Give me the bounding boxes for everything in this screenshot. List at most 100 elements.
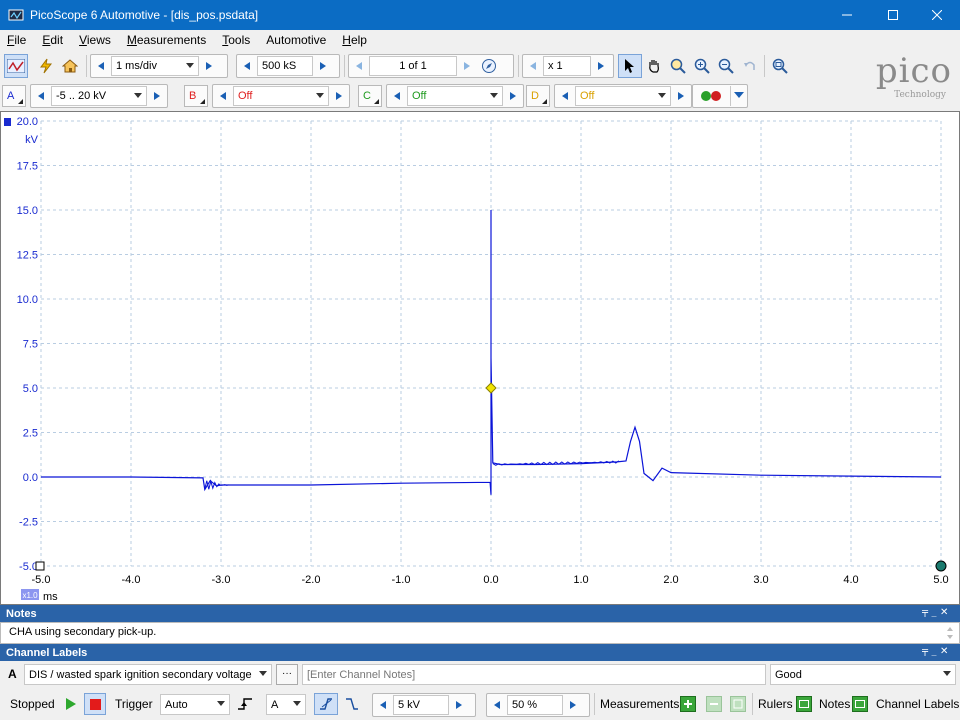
channel-c-range-select[interactable]: Off [407,86,503,106]
channel-d-button[interactable]: D [526,85,550,107]
ruler-handle-left[interactable] [35,561,45,571]
range-increase-button[interactable] [147,85,167,107]
pretrigger-decrease-button[interactable] [487,694,507,716]
minimize-button[interactable] [824,0,870,30]
range-increase-button[interactable] [671,85,691,107]
menu-automotive[interactable]: Automotive [259,33,335,47]
play-icon [66,698,76,710]
corner-triangle-icon [542,99,547,104]
channel-d-range-select[interactable]: Off [575,86,671,106]
channel-c-button[interactable]: C [358,85,382,107]
hand-tool-button[interactable] [642,54,666,78]
channel-a-axis-marker[interactable] [4,118,11,126]
delete-measurement-button[interactable] [730,696,746,712]
arrow-right-icon [464,62,470,70]
rising-edge-button[interactable] [314,693,338,715]
channel-a-control: A -5 .. 20 kV [2,84,172,108]
maximize-button[interactable] [870,0,916,30]
zoom-out-button[interactable] [714,54,738,78]
trigger-mode-select[interactable]: Auto [160,694,230,715]
trigger-level-decrease-button[interactable] [373,694,393,716]
channel-a-button[interactable]: A [2,85,26,107]
zoom-decrease-button[interactable] [523,55,543,77]
timebase-select[interactable]: 1 ms/div [111,56,199,76]
channel-b-range-select[interactable]: Off [233,86,329,106]
range-decrease-button[interactable] [213,85,233,107]
channel-labels-panel-controls[interactable]: ╤ _ ✕ [921,644,956,659]
y-unit-label: kV [25,134,39,146]
pretrigger-increase-button[interactable] [563,694,583,716]
timebase-decrease-button[interactable] [91,55,111,77]
zoom-field[interactable]: x 1 [543,56,591,76]
home-button[interactable] [58,54,82,78]
stop-button[interactable] [84,693,106,715]
channel-status-select[interactable]: Good [770,664,956,685]
samples-select[interactable]: 500 kS [257,56,313,76]
pin-minimize-close-icon: ╤ _ ✕ [921,646,948,657]
menu-measurements[interactable]: Measurements [120,33,215,47]
rulers-toggle[interactable] [796,696,812,712]
trigger-level-field[interactable]: 5 kV [393,695,449,715]
channel-label-browse-button[interactable]: ··· [276,664,298,685]
range-increase-button[interactable] [503,85,523,107]
buffer-field[interactable]: 1 of 1 [369,56,457,76]
notes-scrollbar[interactable] [945,625,955,641]
start-button[interactable] [62,695,80,713]
automotive-button[interactable] [34,54,58,78]
zoom-overview-button[interactable] [768,54,792,78]
pretrigger-field[interactable]: 50 % [507,695,563,715]
notes-panel-controls[interactable]: ╤ _ ✕ [921,605,956,620]
chevron-down-icon [186,63,194,68]
menu-help[interactable]: Help [335,33,376,47]
close-button[interactable] [914,0,960,30]
timebase-increase-button[interactable] [199,55,219,77]
channel-b-button[interactable]: B [184,85,208,107]
buffer-navigator-button[interactable] [477,55,501,77]
trigger-level-control: 5 kV [372,693,476,717]
select-tool-button[interactable] [618,54,642,78]
trigger-marker[interactable] [485,382,497,394]
menu-label: easurements [136,33,207,47]
scope-mode-button[interactable] [4,54,28,78]
notes-toggle[interactable] [852,696,868,712]
edit-measurement-button[interactable] [706,696,722,712]
zoom-region-button[interactable] [666,54,690,78]
samples-increase-button[interactable] [313,55,333,77]
scope-waveform-icon [7,59,25,73]
scope-view[interactable]: 20.0 17.5 15.0 12.5 10.0 7.5 5.0 2.5 0.0 -2.5 -5.0… [0,111,960,605]
menu-tools[interactable]: Tools [215,33,259,47]
advanced-trigger-button[interactable] [234,694,256,714]
rulers-icon [799,700,809,708]
channel-label-select[interactable]: DIS / wasted spark ignition secondary vo… [24,664,272,685]
buffer-previous-button[interactable] [349,55,369,77]
title-bar: PicoScope 6 Automotive - [dis_pos.psdata… [0,0,960,30]
range-increase-button[interactable] [329,85,349,107]
scope-plot[interactable]: 20.0 17.5 15.0 12.5 10.0 7.5 5.0 2.5 0.0 -2.5 -5.0… [1,112,959,604]
zoom-in-button[interactable] [690,54,714,78]
menu-edit[interactable]: Edit [35,33,72,47]
menu-file[interactable]: File [0,33,35,47]
zoom-increase-button[interactable] [591,55,611,77]
notes-icon [855,700,865,708]
edit-measurement-icon [710,703,718,705]
measurements-label: Measurements [600,697,680,711]
undo-zoom-button[interactable] [738,54,762,78]
menu-views[interactable]: Views [72,33,120,47]
falling-edge-button[interactable] [340,693,364,715]
trigger-channel-select[interactable]: A [266,694,306,715]
channel-options-icon [701,91,721,101]
channel-labels-label: Channel Labels [876,697,960,711]
add-measurement-button[interactable] [680,696,696,712]
range-decrease-button[interactable] [555,85,575,107]
buffer-next-button[interactable] [457,55,477,77]
samples-decrease-button[interactable] [237,55,257,77]
channel-notes-input[interactable]: [Enter Channel Notes] [302,664,766,685]
channel-letter: A [7,90,15,102]
trigger-level-increase-button[interactable] [449,694,469,716]
channel-a-range-select[interactable]: -5 .. 20 kV [51,86,147,106]
range-decrease-button[interactable] [31,85,51,107]
range-decrease-button[interactable] [387,85,407,107]
channel-options-control[interactable] [692,84,748,108]
ruler-handle-right[interactable] [935,560,947,572]
notes-textbox[interactable]: CHA using secondary pick-up. [0,622,960,644]
